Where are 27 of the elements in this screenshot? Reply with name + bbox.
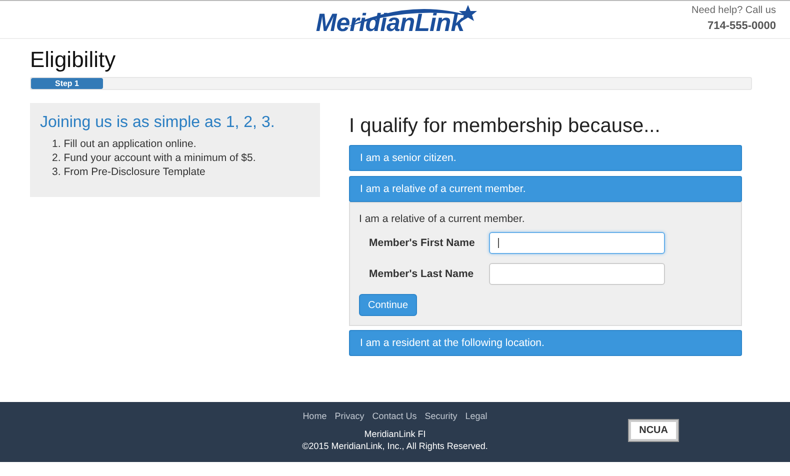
footer-link[interactable]: Contact Us bbox=[372, 411, 417, 421]
step-number: 3. bbox=[52, 165, 61, 179]
step-text: Fund your account with a minimum of $5. bbox=[64, 151, 256, 165]
input-field[interactable] bbox=[489, 232, 665, 254]
footer-name: MeridianLink FI bbox=[363, 428, 427, 440]
section-heading: I qualify for membership because... bbox=[349, 115, 662, 137]
copyright-text: ©2015 MeridianLink, Inc., All Rights Reserved. bbox=[302, 440, 488, 452]
help-text: Need help? Call us bbox=[692, 5, 776, 16]
progress-fill: Step 1 bbox=[31, 78, 103, 89]
footer-link[interactable]: Security bbox=[424, 411, 458, 421]
footer-link[interactable]: Legal bbox=[465, 411, 488, 421]
field-label: Member's Last Name bbox=[368, 268, 475, 280]
step-number: 2. bbox=[52, 151, 61, 165]
step-text: Fill out an application online. bbox=[64, 137, 196, 151]
page-title: Eligibility bbox=[30, 47, 117, 73]
text-cursor bbox=[498, 238, 499, 248]
logo[interactable]: MeridianLink bbox=[316, 9, 464, 37]
intro-heading: Joining us is as simple as 1, 2, 3. bbox=[40, 114, 276, 132]
footer-link[interactable]: Home bbox=[302, 411, 327, 421]
panel-text: I am a relative of a current member. bbox=[359, 213, 526, 225]
ncua-badge[interactable]: NCUA bbox=[629, 420, 678, 441]
input-field[interactable] bbox=[489, 263, 665, 285]
field-label: Member's First Name bbox=[368, 237, 476, 249]
footer-link[interactable]: Privacy bbox=[334, 411, 364, 421]
phone-number: 714-555-0000 bbox=[706, 20, 776, 32]
step-text: From Pre-Disclosure Template bbox=[64, 165, 206, 179]
step-number: 1. bbox=[52, 137, 61, 151]
